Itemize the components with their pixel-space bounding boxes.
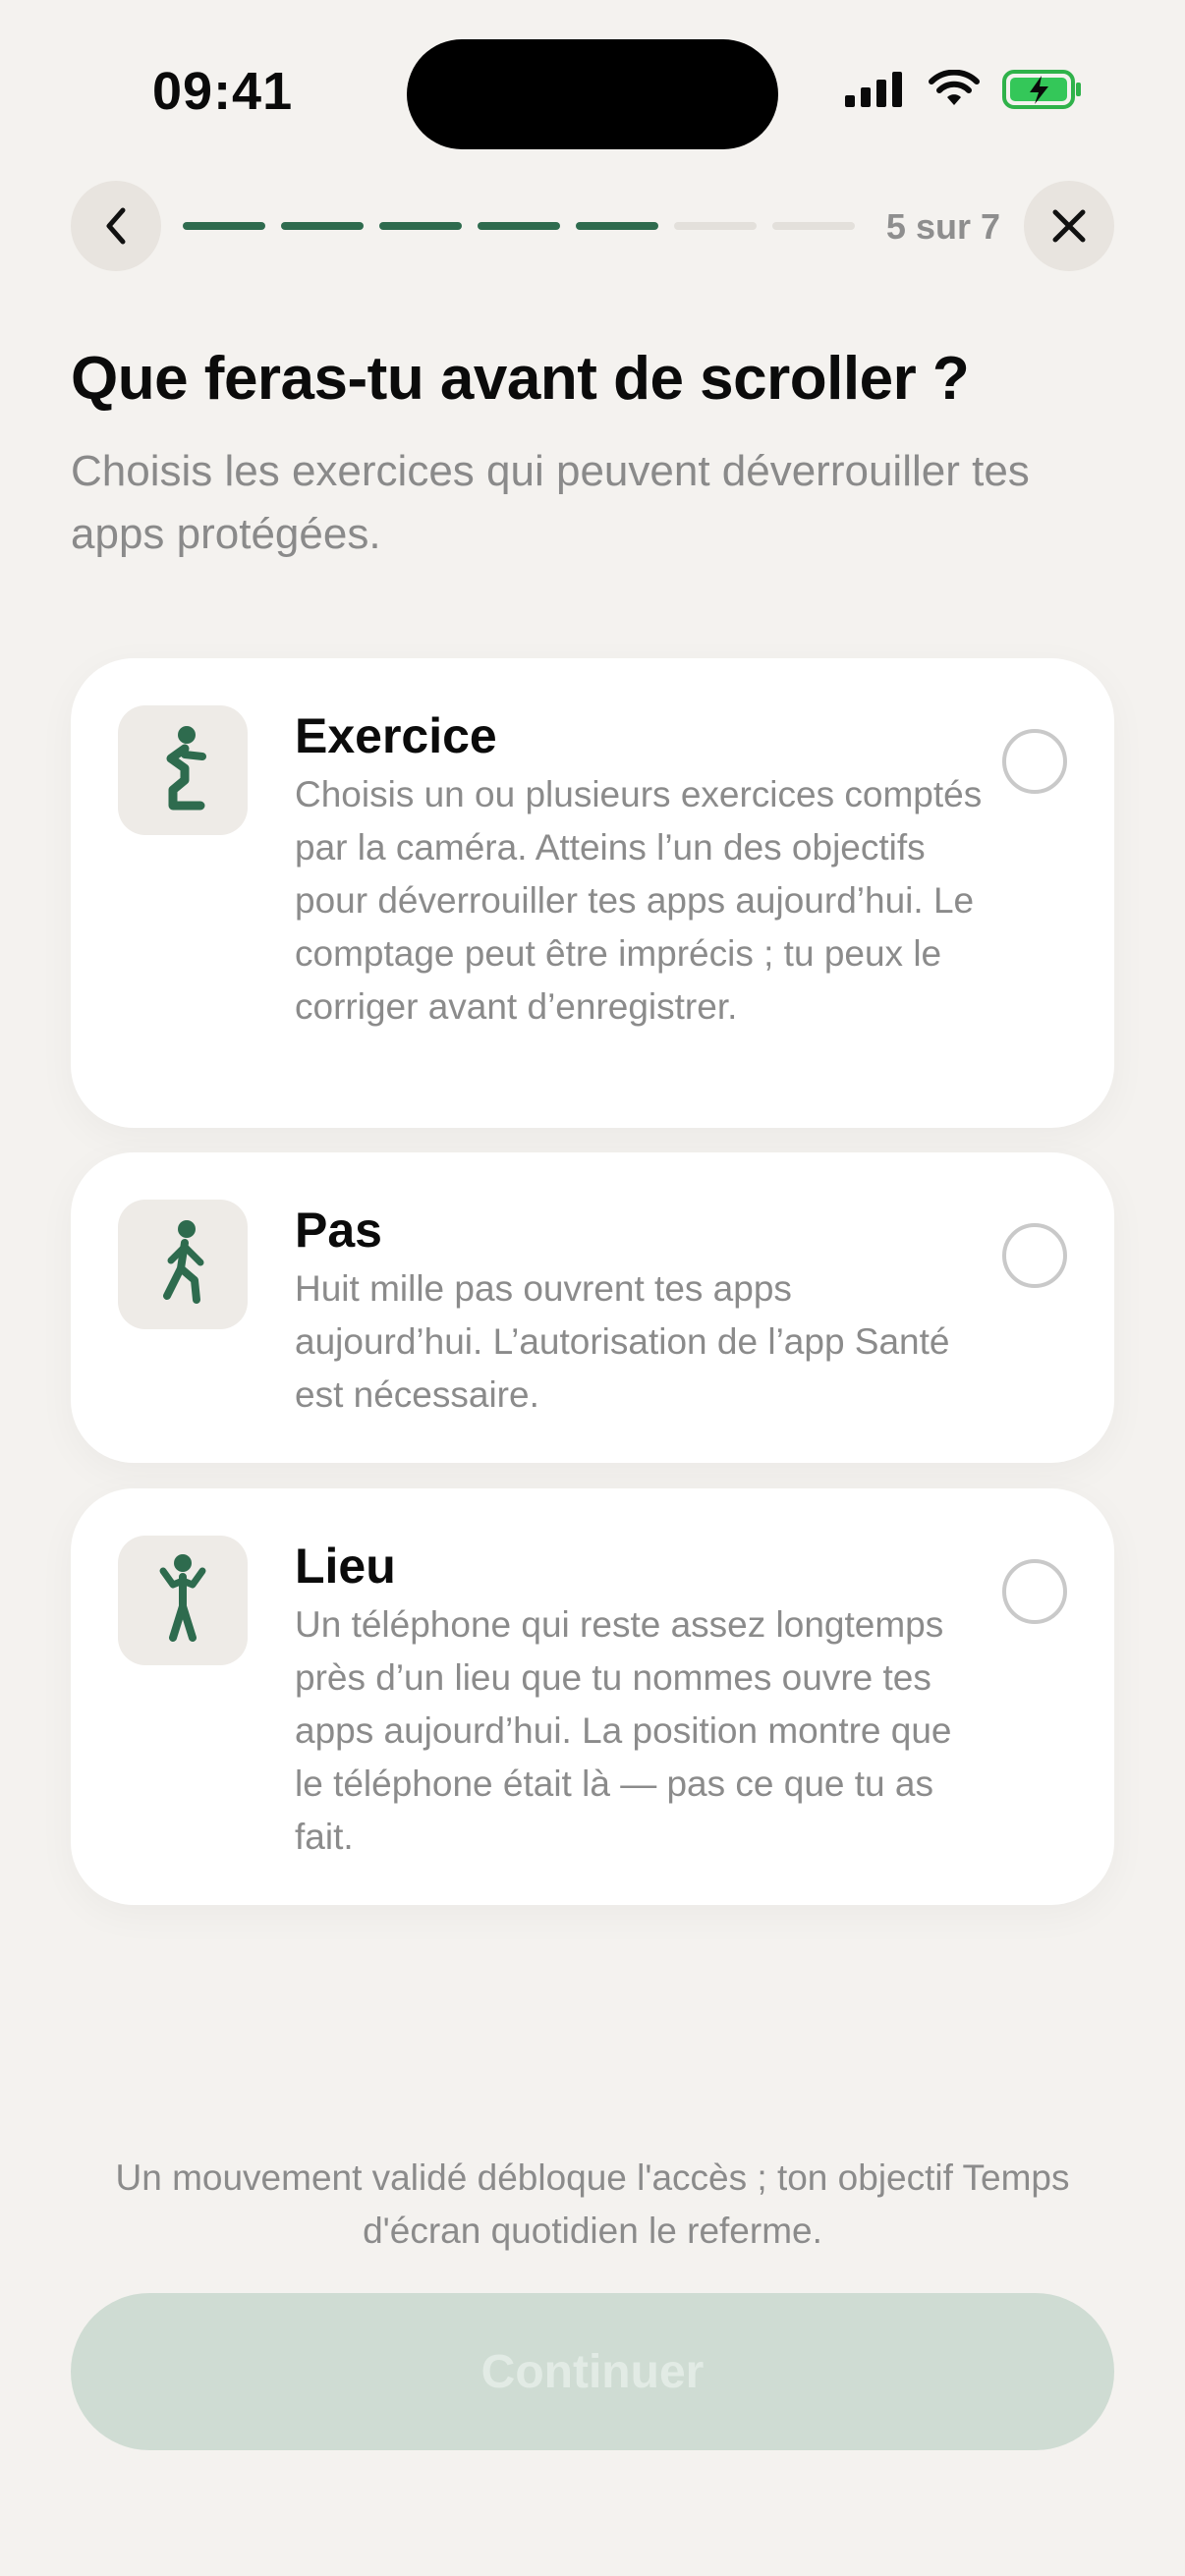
option-card-pas[interactable]: Pas Huit mille pas ouvrent tes apps aujo… (71, 1152, 1114, 1463)
progress-segment (478, 222, 560, 230)
option-title: Exercice (295, 708, 497, 763)
standing-figure-icon (118, 1536, 248, 1665)
progress-segment (281, 222, 364, 230)
progress-segment (576, 222, 658, 230)
footer-note: Un mouvement validé débloque l'accès ; t… (115, 2157, 1070, 2251)
step-counter: 5 sur 7 (885, 206, 1000, 247)
back-button[interactable] (71, 181, 161, 271)
close-icon (1052, 209, 1086, 243)
option-description: Un téléphone qui reste assez longtemps p… (295, 1604, 952, 1857)
progress-bar (183, 222, 855, 230)
status-icons (845, 69, 1083, 110)
dynamic-island (407, 39, 778, 149)
progress-segment (183, 222, 265, 230)
option-description: Choisis un ou plusieurs exercices compté… (295, 774, 983, 1027)
option-card-exercice[interactable]: Exercice Choisis un ou plusieurs exercic… (71, 658, 1114, 1128)
option-title: Pas (295, 1203, 382, 1258)
close-button[interactable] (1024, 181, 1114, 271)
option-title: Lieu (295, 1539, 396, 1594)
page-subtitle: Choisis les exercices qui peuvent déverr… (71, 447, 1030, 558)
option-card-lieu[interactable]: Lieu Un téléphone qui reste assez longte… (71, 1488, 1114, 1905)
continue-button[interactable]: Continuer (71, 2293, 1114, 2450)
battery-charging-icon (1002, 70, 1081, 109)
walking-figure-icon (118, 1200, 248, 1329)
squat-figure-icon (118, 705, 248, 835)
radio-button[interactable] (1002, 1559, 1067, 1624)
page-title: Que feras-tu avant de scroller ? (71, 345, 970, 413)
option-description: Huit mille pas ouvrent tes apps aujourd’… (295, 1268, 950, 1415)
status-bar: 09:41 (0, 0, 1185, 187)
radio-button[interactable] (1002, 1223, 1067, 1288)
chevron-left-icon (106, 207, 126, 245)
progress-segment (379, 222, 462, 230)
progress-segment (772, 222, 855, 230)
onboarding-nav: 5 sur 7 (71, 181, 1114, 271)
progress-segment (674, 222, 757, 230)
status-time: 09:41 (152, 62, 294, 121)
radio-button[interactable] (1002, 729, 1067, 794)
wifi-icon (929, 70, 980, 105)
cellular-signal-icon (845, 72, 902, 107)
